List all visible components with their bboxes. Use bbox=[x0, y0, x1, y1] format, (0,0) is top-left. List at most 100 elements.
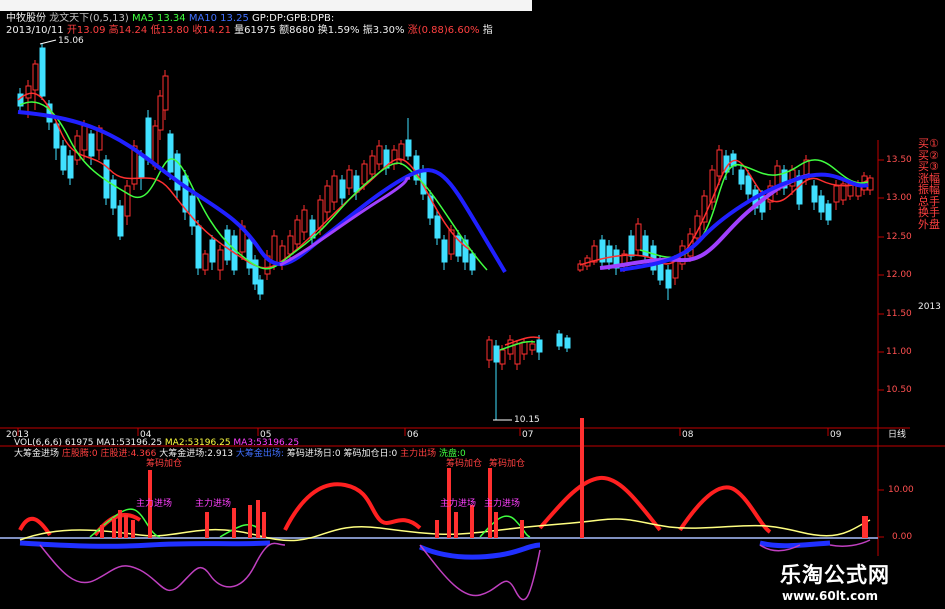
candle-body bbox=[556, 333, 563, 347]
candle-body bbox=[745, 175, 752, 195]
candle-body bbox=[405, 139, 412, 157]
annotation-add-position: 筹码加仓 bbox=[446, 459, 483, 469]
candle-body bbox=[665, 269, 672, 289]
annotation-add-position: 筹码加仓 bbox=[146, 459, 183, 469]
indicator-bar bbox=[205, 512, 209, 538]
candle-body bbox=[257, 279, 264, 295]
indicator-bar bbox=[124, 515, 128, 538]
candle-body bbox=[346, 169, 353, 189]
indicator-bar bbox=[100, 525, 104, 538]
candle-body bbox=[167, 133, 174, 173]
high-price-label: 15.06 bbox=[58, 36, 84, 46]
candle-body bbox=[361, 163, 368, 185]
price-tick: 13.50 bbox=[886, 155, 912, 165]
candle-body bbox=[294, 219, 301, 245]
candle-body bbox=[514, 343, 521, 365]
candle-body bbox=[287, 235, 294, 255]
indicator-line bbox=[19, 540, 831, 560]
candle-body bbox=[716, 149, 723, 177]
vol-ma2: MA2:53196.25 bbox=[164, 438, 231, 448]
price-axis-year: 2013 bbox=[918, 302, 941, 312]
indicator-bar bbox=[232, 508, 236, 538]
ind-field-1: 庄股腾:0 bbox=[61, 449, 98, 459]
candle-body bbox=[486, 339, 493, 361]
quote-buy1: 买① bbox=[918, 138, 939, 150]
indicator-bar bbox=[580, 418, 584, 538]
candle-body bbox=[88, 133, 95, 157]
period-button[interactable]: 日线 bbox=[888, 430, 906, 440]
candle-body bbox=[493, 345, 500, 363]
candle-body bbox=[138, 155, 145, 179]
candle-body bbox=[217, 249, 224, 271]
ind-field-5: 筹码进场日:0 bbox=[286, 449, 341, 459]
candle-body bbox=[536, 339, 543, 353]
candle-body bbox=[60, 145, 67, 171]
chart-canvas[interactable] bbox=[0, 0, 945, 609]
ind-field-4: 大筹金出场: bbox=[235, 449, 284, 459]
indicator-header: 大筹金进场 庄股腾:0 庄股进:4.366 大筹金进场:2.913 大筹金出场:… bbox=[14, 449, 466, 459]
ind-field-6: 筹码加仓日:0 bbox=[343, 449, 398, 459]
vol-ma1: MA1:53196.25 bbox=[96, 438, 163, 448]
ind-field-3: 大筹金进场:2.913 bbox=[159, 449, 234, 459]
ind-field-7: 主力出场 bbox=[400, 449, 437, 459]
candle-body bbox=[32, 63, 39, 91]
quote-panel: 买① 买② 买③ 涨幅 振幅 总手 换手 外盘 bbox=[918, 138, 945, 318]
candle-body bbox=[25, 85, 32, 99]
candle-body bbox=[369, 155, 376, 175]
quote-buy3: 买③ bbox=[918, 160, 939, 173]
vol-value: 61975 bbox=[64, 438, 94, 448]
candle-body bbox=[324, 185, 331, 213]
candle-body bbox=[825, 203, 832, 221]
x-label: 07 bbox=[522, 430, 534, 440]
candle-body bbox=[81, 125, 88, 151]
high-marker-line bbox=[39, 39, 57, 45]
x-label: 08 bbox=[682, 430, 694, 440]
indicator-bar bbox=[262, 512, 266, 538]
annotation-main-entry: 主力进场 bbox=[440, 499, 477, 509]
candle-body bbox=[628, 235, 635, 257]
vol-ma3: MA3:53196.25 bbox=[233, 438, 300, 448]
candle-body bbox=[818, 195, 825, 213]
candle-body bbox=[434, 215, 441, 239]
candle-body bbox=[738, 169, 745, 185]
indicator-bar bbox=[454, 512, 458, 538]
candle-body bbox=[441, 239, 448, 263]
annotation-main-entry: 主力进场 bbox=[484, 499, 521, 509]
indicator-bar bbox=[248, 505, 252, 538]
low-price-label: 10.15 bbox=[514, 415, 540, 425]
indicator-bar bbox=[520, 520, 524, 538]
candle-body bbox=[202, 253, 209, 271]
quote-turnover: 换手 bbox=[918, 206, 940, 219]
indicator-bar bbox=[470, 505, 474, 538]
candle-body bbox=[209, 239, 216, 263]
candle-body bbox=[162, 75, 169, 111]
vol-name[interactable]: VOL(6,6,6) bbox=[14, 438, 62, 448]
indicator-title[interactable]: 大筹金进场 bbox=[14, 449, 59, 459]
price-tick: 10.50 bbox=[886, 385, 912, 395]
ind-field-2: 庄股进:4.366 bbox=[100, 449, 157, 459]
annotation-main-entry: 主力进场 bbox=[136, 499, 173, 509]
candle-body bbox=[39, 47, 46, 97]
indicator-line bbox=[39, 539, 871, 601]
candle-body bbox=[117, 205, 124, 237]
candle-body bbox=[529, 343, 536, 351]
candle-body bbox=[564, 337, 571, 349]
annotation-add-position: 筹码加仓 bbox=[489, 459, 526, 469]
indicator-bar bbox=[256, 500, 260, 538]
price-tick: 11.00 bbox=[886, 347, 912, 357]
candle-body bbox=[339, 179, 346, 199]
vol-header: VOL(6,6,6) 61975 MA1:53196.25 MA2:53196.… bbox=[14, 438, 299, 448]
indicator-bar bbox=[862, 516, 868, 538]
candle-body bbox=[642, 235, 649, 257]
price-tick: 11.50 bbox=[886, 309, 912, 319]
watermark-title: 乐淘公式网 bbox=[780, 563, 890, 587]
candlesticks bbox=[17, 44, 874, 420]
candle-body bbox=[145, 117, 152, 161]
candle-body bbox=[811, 185, 818, 203]
candle-body bbox=[521, 341, 528, 355]
candle-body bbox=[499, 349, 506, 365]
ind-field-8: 洗盘:0 bbox=[439, 449, 466, 459]
candle-body bbox=[833, 185, 840, 203]
candle-body bbox=[376, 145, 383, 165]
candle-body bbox=[606, 245, 613, 263]
